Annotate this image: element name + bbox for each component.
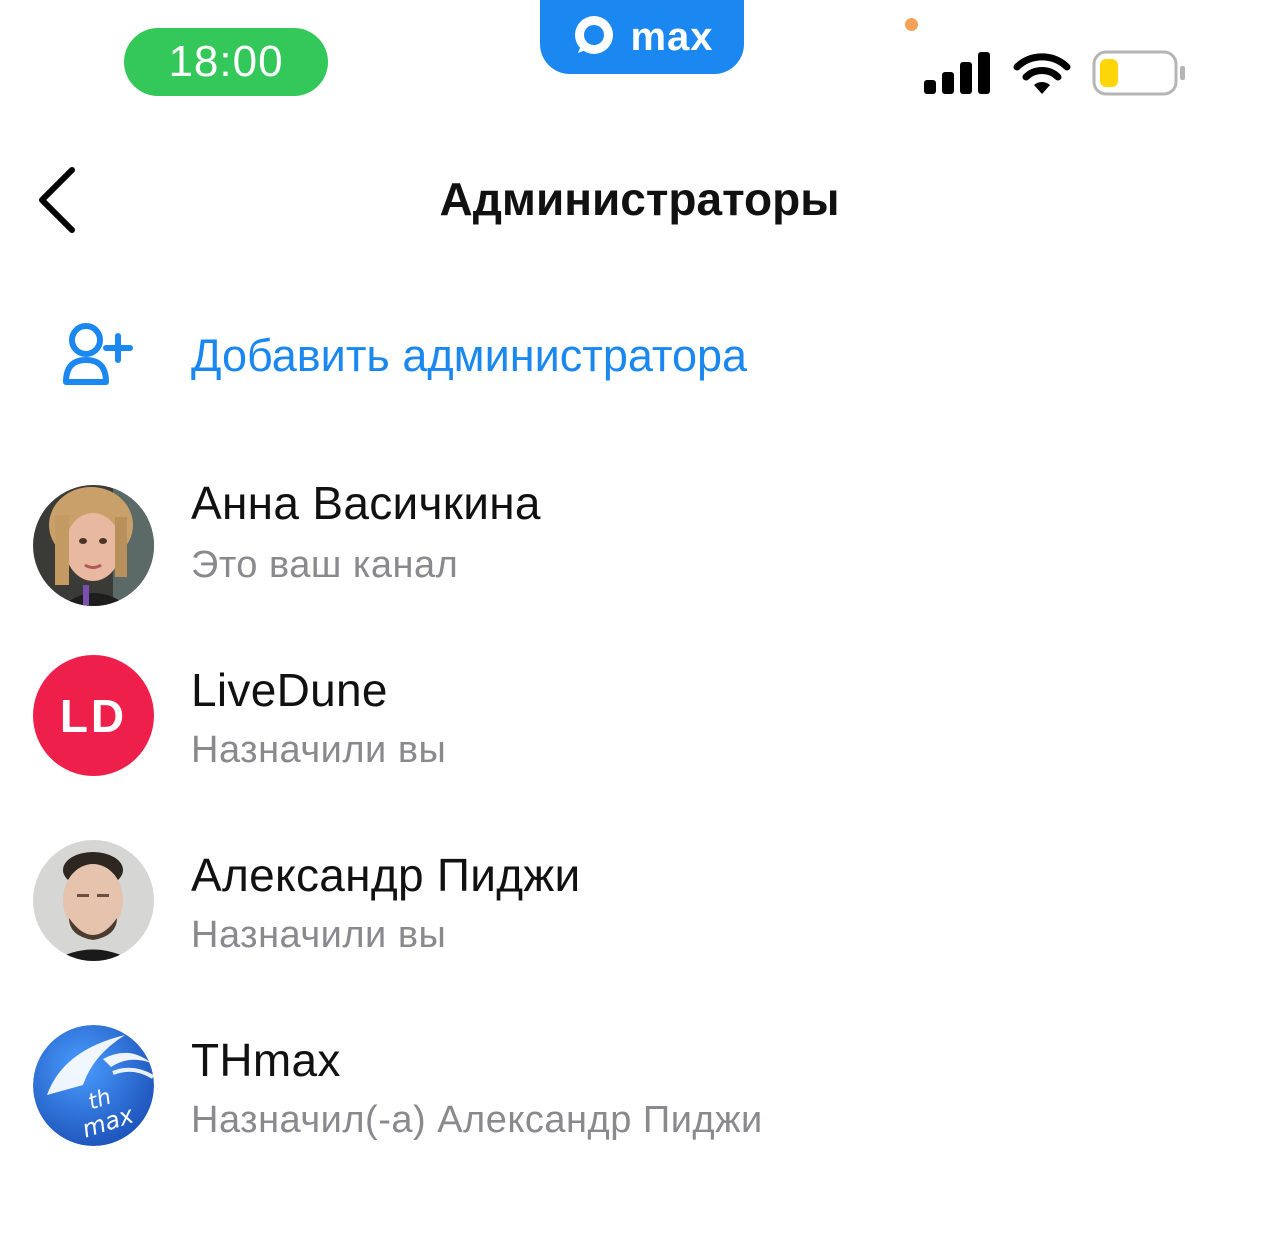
privacy-indicator-dot [905, 18, 918, 31]
admin-subtitle: Назначили вы [191, 914, 447, 956]
cellular-signal-icon [924, 52, 990, 94]
admin-name: Александр Пиджи [191, 849, 581, 901]
admin-name: LiveDune [191, 664, 388, 716]
admin-list-item[interactable]: th max THmax Назначил(-а) Александр Пидж… [0, 1025, 1279, 1175]
admin-list-item[interactable]: Анна Васичкина Это ваш канал [0, 470, 1279, 620]
avatar-photo-woman [33, 485, 154, 606]
wifi-icon [1013, 53, 1071, 94]
avatar [33, 485, 154, 606]
avatar-photo-man [33, 840, 154, 961]
avatar: th max [33, 1025, 154, 1146]
status-time: 18:00 [124, 28, 328, 96]
add-admin-label: Добавить администратора [191, 330, 748, 381]
admin-subtitle: Назначили вы [191, 729, 447, 771]
admin-subtitle: Назначил(-а) Александр Пиджи [191, 1099, 763, 1141]
add-admin-button[interactable]: Добавить администратора [0, 300, 1279, 410]
admin-list-item[interactable]: Александр Пиджи Назначили вы [0, 840, 1279, 990]
avatar [33, 840, 154, 961]
avatar: LD [33, 655, 154, 776]
max-logo-icon [575, 16, 614, 54]
admin-name: THmax [191, 1034, 341, 1086]
battery-icon [1092, 50, 1185, 96]
app-name: max [630, 14, 714, 59]
admin-list-item[interactable]: LD LiveDune Назначили вы [0, 655, 1279, 805]
admin-subtitle: Это ваш канал [191, 544, 459, 586]
admin-name: Анна Васичкина [191, 477, 541, 529]
app-indicator[interactable]: max [540, 0, 744, 74]
page-title: Администраторы [439, 173, 840, 225]
add-user-icon [63, 323, 133, 385]
thmax-logo-icon: th max [33, 1025, 154, 1146]
